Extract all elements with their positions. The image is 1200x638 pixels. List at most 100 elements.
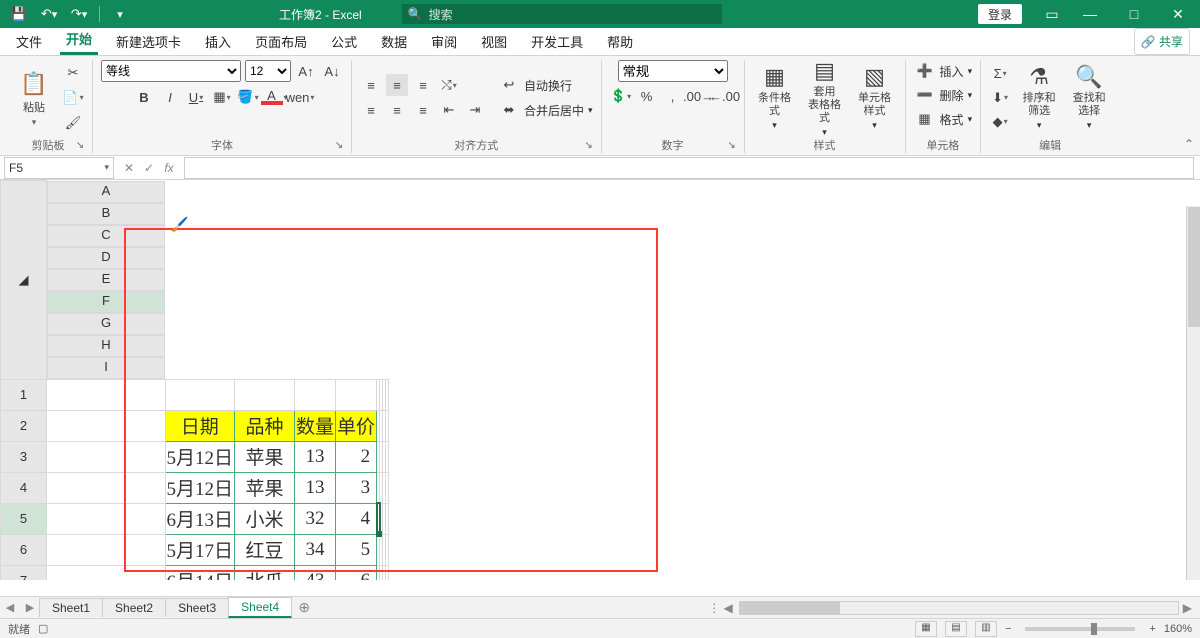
col-header-I[interactable]: I: [47, 357, 165, 379]
align-bottom-icon[interactable]: ≡: [412, 74, 434, 96]
redo-button[interactable]: ↷▾: [66, 3, 92, 25]
format-cells-button[interactable]: ▦格式▾: [914, 108, 973, 130]
font-launcher[interactable]: ↘: [331, 137, 347, 153]
find-select-button[interactable]: 🔍查找和选择▾: [1067, 63, 1111, 133]
number-launcher[interactable]: ↘: [724, 137, 740, 153]
cell[interactable]: 日期: [165, 410, 235, 441]
align-right-icon[interactable]: ≡: [412, 99, 434, 121]
cell[interactable]: [235, 379, 295, 410]
cell[interactable]: 13: [295, 472, 336, 503]
format-painter-button[interactable]: 🖌: [62, 112, 84, 134]
increase-font-icon[interactable]: A↑: [295, 60, 317, 82]
col-header-D[interactable]: D: [47, 247, 165, 269]
decrease-font-icon[interactable]: A↓: [321, 60, 343, 82]
phonetic-button[interactable]: wen: [289, 86, 311, 108]
col-header-G[interactable]: G: [47, 313, 165, 335]
tab-formula[interactable]: 公式: [325, 26, 363, 55]
cell[interactable]: 数量: [295, 410, 336, 441]
page-break-view-button[interactable]: ▥: [975, 621, 997, 637]
cell[interactable]: [377, 503, 380, 534]
cell[interactable]: [386, 472, 389, 503]
tab-home[interactable]: 开始: [60, 23, 98, 55]
cell[interactable]: 苹果: [235, 472, 295, 503]
cell[interactable]: 北瓜: [235, 565, 295, 580]
search-box[interactable]: 🔍 搜索: [402, 4, 722, 24]
cell[interactable]: 5月12日: [165, 472, 235, 503]
orientation-button[interactable]: ⤭: [438, 74, 460, 96]
accounting-format-button[interactable]: 💲: [610, 85, 632, 107]
tab-help[interactable]: 帮助: [601, 26, 639, 55]
copy-button[interactable]: 📄: [62, 87, 84, 109]
sheet-tab-1[interactable]: Sheet1: [39, 598, 103, 617]
cell[interactable]: 6: [336, 565, 377, 580]
cell[interactable]: [165, 379, 235, 410]
wrap-text-button[interactable]: ↩自动换行: [498, 74, 593, 96]
row-header-2[interactable]: 2: [1, 410, 47, 441]
clear-button[interactable]: ◆: [989, 111, 1011, 133]
cell[interactable]: 单价: [336, 410, 377, 441]
cut-button[interactable]: ✂: [62, 62, 84, 84]
worksheet-grid[interactable]: ◢ A B C D E F G H I 12日期品种数量单价35月12日苹果13…: [0, 180, 1200, 580]
comma-button[interactable]: ,: [662, 85, 684, 107]
zoom-out-button[interactable]: −: [1005, 623, 1011, 635]
collapse-ribbon-button[interactable]: ⌃: [1184, 137, 1194, 151]
cell[interactable]: 34: [295, 534, 336, 565]
cell[interactable]: [47, 534, 166, 565]
font-name-select[interactable]: 等线: [101, 60, 241, 82]
cell[interactable]: [47, 565, 166, 580]
qat-customize[interactable]: ▾: [107, 3, 133, 25]
tab-insert[interactable]: 插入: [199, 26, 237, 55]
cell[interactable]: [295, 379, 336, 410]
cell[interactable]: [47, 379, 166, 410]
cell[interactable]: 43: [295, 565, 336, 580]
insert-cells-button[interactable]: ➕插入▾: [914, 60, 973, 82]
zoom-in-button[interactable]: +: [1149, 623, 1155, 635]
tab-file[interactable]: 文件: [10, 26, 48, 55]
col-header-F[interactable]: F: [47, 291, 165, 313]
cell[interactable]: 32: [295, 503, 336, 534]
cell[interactable]: 5月17日: [165, 534, 235, 565]
add-sheet-button[interactable]: ⊕: [292, 599, 316, 616]
cancel-formula-icon[interactable]: ✕: [120, 161, 138, 175]
row-header-5[interactable]: 5: [1, 503, 47, 534]
bold-button[interactable]: B: [133, 86, 155, 108]
format-as-table-button[interactable]: ▤套用 表格格式▾: [803, 63, 847, 133]
tab-view[interactable]: 视图: [475, 26, 513, 55]
cell[interactable]: 13: [295, 441, 336, 472]
cell[interactable]: [386, 379, 389, 410]
merge-center-button[interactable]: ⬌合并后居中▾: [498, 99, 593, 121]
cell[interactable]: 6月14日: [165, 565, 235, 580]
col-header-B[interactable]: B: [47, 203, 165, 225]
share-button[interactable]: 🔗 共享: [1134, 28, 1190, 55]
close-button[interactable]: ✕: [1156, 0, 1200, 28]
cell[interactable]: [47, 441, 166, 472]
fill-color-button[interactable]: 🪣: [237, 86, 259, 108]
tab-newtab[interactable]: 新建选项卡: [110, 26, 187, 55]
align-center-icon[interactable]: ≡: [386, 99, 408, 121]
select-all-button[interactable]: ◢: [1, 181, 47, 380]
cell[interactable]: [386, 565, 389, 580]
tab-review[interactable]: 审阅: [425, 26, 463, 55]
page-layout-view-button[interactable]: ▤: [945, 621, 967, 637]
normal-view-button[interactable]: ▦: [915, 621, 937, 637]
clipboard-launcher[interactable]: ↘: [72, 137, 88, 153]
percent-button[interactable]: %: [636, 85, 658, 107]
align-middle-icon[interactable]: ≡: [386, 74, 408, 96]
undo-button[interactable]: ↶▾: [36, 3, 62, 25]
col-header-C[interactable]: C: [47, 225, 165, 247]
autosum-button[interactable]: Σ: [989, 63, 1011, 85]
maximize-button[interactable]: □: [1112, 0, 1156, 28]
row-header-7[interactable]: 7: [1, 565, 47, 580]
cell[interactable]: [386, 441, 389, 472]
fx-icon[interactable]: fx: [160, 161, 178, 175]
row-header-1[interactable]: 1: [1, 379, 47, 410]
col-header-H[interactable]: H: [47, 335, 165, 357]
cell[interactable]: [336, 379, 377, 410]
font-size-select[interactable]: 12: [245, 60, 291, 82]
sheet-tab-4[interactable]: Sheet4: [228, 597, 292, 618]
italic-button[interactable]: I: [159, 86, 181, 108]
cell[interactable]: 5: [336, 534, 377, 565]
font-color-button[interactable]: A: [263, 86, 285, 108]
border-button[interactable]: ▦: [211, 86, 233, 108]
cell[interactable]: 4: [336, 503, 377, 534]
